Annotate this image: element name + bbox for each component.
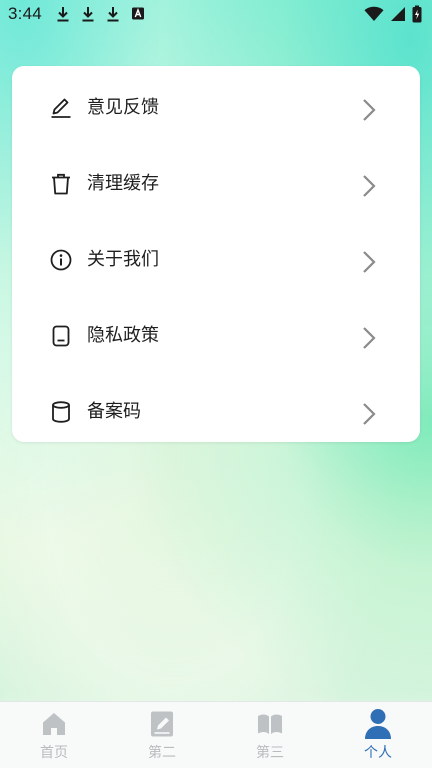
chevron-right-icon: [361, 402, 377, 426]
nav-item-profile[interactable]: 个人: [324, 702, 432, 768]
database-icon: [49, 400, 73, 424]
settings-row-label: 备案码: [87, 401, 141, 422]
settings-row-clear-cache[interactable]: 清理缓存: [12, 146, 420, 222]
a-badge-icon: [131, 6, 145, 22]
open-book-icon: [256, 710, 284, 738]
settings-row-label: 意见反馈: [87, 97, 159, 118]
settings-row-filing-code[interactable]: 备案码: [12, 374, 420, 450]
nav-item-second[interactable]: 第二: [108, 702, 216, 768]
download-icon: [56, 6, 70, 22]
chevron-right-icon: [361, 250, 377, 274]
settings-row-label: 关于我们: [87, 249, 159, 270]
battery-icon: [412, 5, 422, 23]
nav-label: 第三: [256, 745, 284, 761]
nav-item-home[interactable]: 首页: [0, 702, 108, 768]
signal-icon: [390, 6, 406, 22]
bottom-nav: 首页 第二 第三 个人: [0, 701, 432, 768]
trash-icon: [49, 172, 73, 196]
status-bar: 3:44: [0, 0, 432, 30]
settings-row-feedback[interactable]: 意见反馈: [12, 70, 420, 146]
nav-label: 个人: [364, 745, 392, 761]
settings-row-about[interactable]: 关于我们: [12, 222, 420, 298]
status-time: 3:44: [8, 4, 42, 23]
system-icons: [364, 5, 422, 23]
nav-label: 第二: [148, 745, 176, 761]
person-icon: [363, 708, 393, 740]
download-icon: [106, 6, 120, 22]
chevron-right-icon: [361, 174, 377, 198]
settings-row-label: 隐私政策: [87, 325, 159, 346]
download-icon: [81, 6, 95, 22]
notification-icons: [56, 6, 145, 22]
settings-row-privacy-policy[interactable]: 隐私政策: [12, 298, 420, 374]
chevron-right-icon: [361, 326, 377, 350]
settings-card: 意见反馈 清理缓存 关于我们 隐私政策 备案码: [12, 66, 420, 442]
wifi-icon: [364, 6, 384, 22]
nav-label: 首页: [40, 745, 68, 761]
edit-icon: [49, 96, 73, 120]
home-icon: [40, 710, 68, 738]
pencil-book-icon: [148, 710, 176, 738]
settings-row-label: 清理缓存: [87, 173, 159, 194]
nav-item-third[interactable]: 第三: [216, 702, 324, 768]
document-icon: [49, 324, 73, 348]
chevron-right-icon: [361, 98, 377, 122]
info-icon: [49, 248, 73, 272]
